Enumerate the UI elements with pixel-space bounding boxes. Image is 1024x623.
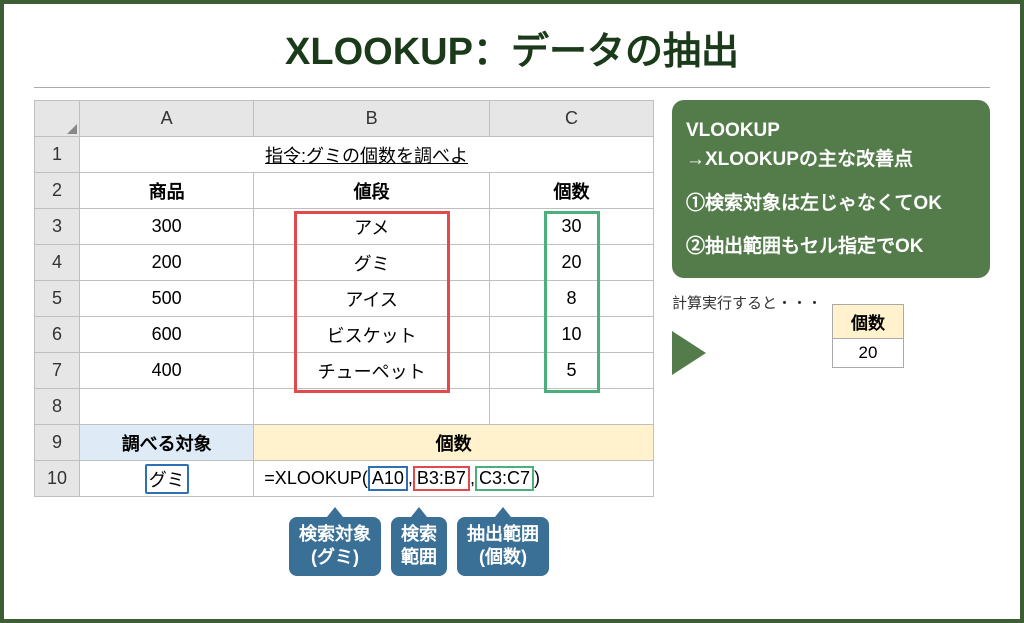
row-header-1[interactable]: 1 bbox=[35, 137, 80, 173]
row-header-4[interactable]: 4 bbox=[35, 245, 80, 281]
cell-b8[interactable] bbox=[254, 389, 490, 425]
header-count[interactable]: 個数 bbox=[490, 173, 654, 209]
divider bbox=[34, 87, 990, 88]
row-header-6[interactable]: 6 bbox=[35, 317, 80, 353]
row-header-8[interactable]: 8 bbox=[35, 389, 80, 425]
header-target[interactable]: 調べる対象 bbox=[80, 425, 254, 461]
cell-b7[interactable]: チューペット bbox=[254, 353, 490, 389]
spreadsheet: A B C 1 指令:グミの個数を調べよ 2 商品 値段 個数 3 300 アメ… bbox=[34, 100, 654, 497]
page-title: XLOOKUP：データの抽出 bbox=[4, 4, 1020, 87]
cell-a5[interactable]: 500 bbox=[80, 281, 254, 317]
formula-cell[interactable]: =XLOOKUP(A10,B3:B7,C3:C7) bbox=[254, 461, 654, 497]
select-all-corner[interactable] bbox=[35, 101, 80, 137]
col-header-b[interactable]: B bbox=[254, 101, 490, 137]
cell-a10[interactable]: グミ bbox=[80, 461, 254, 497]
result-value: 20 bbox=[833, 339, 904, 368]
cell-a7[interactable]: 400 bbox=[80, 353, 254, 389]
cell-c6[interactable]: 10 bbox=[490, 317, 654, 353]
callout-lookup-value: 検索対象(グミ) bbox=[289, 517, 381, 576]
result-table: 個数 20 bbox=[832, 304, 904, 368]
cell-c5[interactable]: 8 bbox=[490, 281, 654, 317]
callout-return-array: 抽出範囲(個数) bbox=[457, 517, 549, 576]
cell-a6[interactable]: 600 bbox=[80, 317, 254, 353]
cell-b5[interactable]: アイス bbox=[254, 281, 490, 317]
row-header-7[interactable]: 7 bbox=[35, 353, 80, 389]
row-header-5[interactable]: 5 bbox=[35, 281, 80, 317]
header-result[interactable]: 個数 bbox=[254, 425, 654, 461]
callout-lookup-array: 検索範囲 bbox=[391, 517, 447, 576]
col-header-a[interactable]: A bbox=[80, 101, 254, 137]
result-header: 個数 bbox=[833, 305, 904, 339]
row-header-9[interactable]: 9 bbox=[35, 425, 80, 461]
cell-b6[interactable]: ビスケット bbox=[254, 317, 490, 353]
explanation-panel: VLOOKUP →XLOOKUPの主な改善点 ①検索対象は左じゃなくてOK ②抽… bbox=[672, 100, 990, 278]
header-price[interactable]: 値段 bbox=[254, 173, 490, 209]
cell-c3[interactable]: 30 bbox=[490, 209, 654, 245]
row-header-10[interactable]: 10 bbox=[35, 461, 80, 497]
instruction-cell[interactable]: 指令:グミの個数を調べよ bbox=[80, 137, 654, 173]
cell-c4[interactable]: 20 bbox=[490, 245, 654, 281]
cell-b4[interactable]: グミ bbox=[254, 245, 490, 281]
cell-a8[interactable] bbox=[80, 389, 254, 425]
cell-b3[interactable]: アメ bbox=[254, 209, 490, 245]
result-label: 計算実行すると・・・ bbox=[672, 292, 822, 313]
header-product[interactable]: 商品 bbox=[80, 173, 254, 209]
cell-c8[interactable] bbox=[490, 389, 654, 425]
arrow-icon bbox=[672, 331, 706, 375]
row-header-3[interactable]: 3 bbox=[35, 209, 80, 245]
col-header-c[interactable]: C bbox=[490, 101, 654, 137]
cell-a3[interactable]: 300 bbox=[80, 209, 254, 245]
cell-c7[interactable]: 5 bbox=[490, 353, 654, 389]
row-header-2[interactable]: 2 bbox=[35, 173, 80, 209]
cell-a4[interactable]: 200 bbox=[80, 245, 254, 281]
